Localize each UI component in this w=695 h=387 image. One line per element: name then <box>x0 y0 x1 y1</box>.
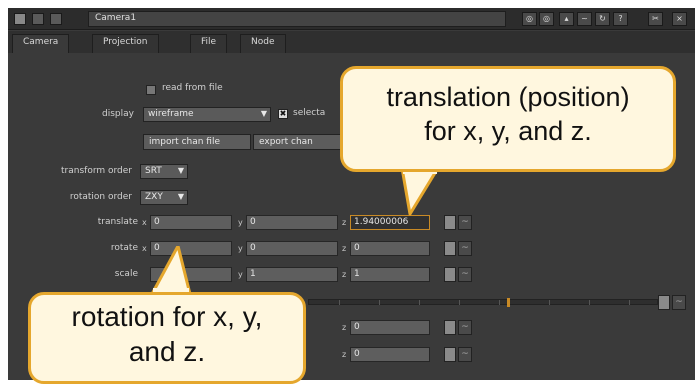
curve-editor-icon: ~ <box>458 267 472 282</box>
extra-z-field-2[interactable]: 0 <box>350 347 430 362</box>
center-icon[interactable]: ◎ <box>522 12 537 26</box>
curve-editor-icon: ~ <box>458 320 472 335</box>
axis-z-label: z <box>342 350 347 359</box>
axis-z-label: z <box>342 323 347 332</box>
display-label: display <box>102 109 134 119</box>
display-dropdown[interactable]: wireframe ▼ <box>143 107 271 122</box>
revert-icon[interactable]: ↻ <box>595 12 610 26</box>
scale-y-field[interactable]: 1 <box>246 267 338 282</box>
keyframe-icon <box>444 267 456 282</box>
translation-callout-line2: for x, y, and z. <box>424 115 592 146</box>
keyframe-icon <box>444 320 456 335</box>
curve-editor-icon: ~ <box>458 215 472 230</box>
node-name-field[interactable]: Camera1 <box>88 11 506 27</box>
curve-icon[interactable]: ~ <box>577 12 592 26</box>
scale-z-field[interactable]: 1 <box>350 267 430 282</box>
translate-label: translate <box>97 217 138 227</box>
chevron-down-icon: ▼ <box>260 109 267 118</box>
tab-camera[interactable]: Camera <box>12 34 70 53</box>
curve-editor-icon: ~ <box>672 295 686 310</box>
rotate-z-field[interactable]: 0 <box>350 241 430 256</box>
rotation-order-label: rotation order <box>69 192 132 202</box>
rotate-y-field[interactable]: 0 <box>246 241 338 256</box>
axis-y-label: y <box>238 244 243 253</box>
rotation-callout-tail <box>150 246 192 296</box>
node-color-icon[interactable] <box>32 13 44 25</box>
axis-z-label: z <box>342 218 347 227</box>
translate-x-field[interactable]: 0 <box>150 215 232 230</box>
axis-x-label: x <box>142 218 147 227</box>
back-icon[interactable]: ▴ <box>559 12 574 26</box>
slider-handle[interactable] <box>507 298 510 307</box>
rotate-animation-button[interactable]: ~ <box>444 241 474 256</box>
rotation-callout-line2: and z. <box>128 336 206 367</box>
extra-z-field-1[interactable]: 0 <box>350 320 430 335</box>
minimize-icon[interactable] <box>50 13 62 25</box>
help-icon[interactable]: ? <box>613 12 628 26</box>
selectable-checkbox[interactable]: ✖ <box>278 109 288 119</box>
translation-callout-tail <box>400 168 440 216</box>
title-bar: Camera1 ◎ ◎ ▴ ~ ↻ ? ✂ × <box>8 8 695 30</box>
translation-callout-line1: translation (position) <box>386 82 630 112</box>
rotation-order-dropdown[interactable]: ZXY ▼ <box>140 190 188 205</box>
rotate-label: rotate <box>110 243 138 253</box>
tab-projection[interactable]: Projection <box>92 34 159 53</box>
close-icon[interactable]: × <box>672 12 687 26</box>
translate-y-field[interactable]: 0 <box>246 215 338 230</box>
uniform-scale-slider[interactable] <box>308 298 658 307</box>
keyframe-icon <box>658 295 670 310</box>
chevron-down-icon: ▼ <box>177 192 184 201</box>
axis-z-label: z <box>342 270 347 279</box>
scale-label: scale <box>114 269 138 279</box>
keyframe-icon <box>444 241 456 256</box>
transform-order-label: transform order <box>61 166 132 176</box>
tab-bar: Camera Projection File Node <box>8 31 695 53</box>
tab-node[interactable]: Node <box>240 34 286 53</box>
read-from-file-label: read from file <box>162 83 223 93</box>
rotation-callout-line1: rotation for x, y, <box>71 301 263 332</box>
rotation-order-value: ZXY <box>145 192 163 202</box>
target-icon[interactable]: ◎ <box>539 12 554 26</box>
export-chan-button[interactable]: export chan <box>253 134 343 150</box>
axis-y-label: y <box>238 270 243 279</box>
selectable-label: selecta <box>293 108 326 118</box>
rotation-callout: rotation for x, y, and z. <box>28 292 306 384</box>
uniform-scale-animation-button[interactable]: ~ <box>658 295 688 310</box>
transform-order-dropdown[interactable]: SRT ▼ <box>140 164 188 179</box>
import-chan-file-button[interactable]: import chan file <box>143 134 251 150</box>
read-from-file-checkbox[interactable] <box>146 85 156 95</box>
chevron-down-icon: ▼ <box>177 166 184 175</box>
scale-animation-button[interactable]: ~ <box>444 267 474 282</box>
translation-callout: translation (position) for x, y, and z. <box>340 66 676 172</box>
extra-animation-button-2[interactable]: ~ <box>444 347 474 362</box>
extra-animation-button-1[interactable]: ~ <box>444 320 474 335</box>
transform-order-value: SRT <box>145 166 162 176</box>
curve-editor-icon: ~ <box>458 241 472 256</box>
float-icon[interactable]: ✂ <box>648 12 663 26</box>
curve-editor-icon: ~ <box>458 347 472 362</box>
axis-z-label: z <box>342 244 347 253</box>
axis-y-label: y <box>238 218 243 227</box>
collapse-icon[interactable] <box>14 13 26 25</box>
keyframe-icon <box>444 347 456 362</box>
display-value: wireframe <box>148 109 194 119</box>
tab-file[interactable]: File <box>190 34 228 53</box>
